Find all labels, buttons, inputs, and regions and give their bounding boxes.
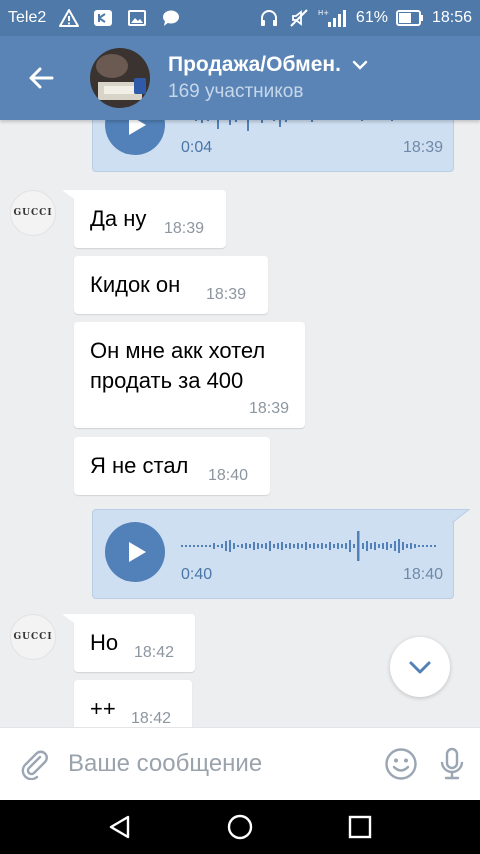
chat-header-info[interactable]: Продажа/Обмен. 169 участников <box>168 53 369 103</box>
audio-waveform[interactable] <box>181 530 443 562</box>
chevron-down-icon <box>351 56 369 74</box>
nav-home-button[interactable] <box>210 800 270 854</box>
message-list[interactable]: 0:04 18:39 GUCCI Да ну 18:39 Кидок он 18… <box>0 120 480 727</box>
back-button[interactable] <box>0 36 82 120</box>
message-time: 18:39 <box>402 139 443 156</box>
image-icon <box>126 7 148 29</box>
microphone-button[interactable] <box>423 728 480 801</box>
chat-title: Продажа/Обмен. <box>168 53 369 77</box>
sender-avatar[interactable]: GUCCI <box>10 614 56 660</box>
chat-avatar[interactable] <box>90 48 150 108</box>
message-time: 18:42 <box>131 710 172 727</box>
message-time: 18:42 <box>134 644 175 661</box>
chat-bubble-icon <box>160 7 182 29</box>
message-bubble[interactable]: ++ 18:42 <box>74 680 192 727</box>
message-text: Кидок он <box>90 272 181 297</box>
emoji-button[interactable] <box>378 728 423 801</box>
audio-duration: 0:40 <box>181 566 213 583</box>
message-text: ++ <box>90 696 116 721</box>
message-bubble[interactable]: Да ну 18:39 <box>74 190 226 248</box>
message-text: Но <box>90 630 119 655</box>
message-bubble[interactable]: Но 18:42 <box>74 614 195 672</box>
message-text-line: продать за 400 <box>90 368 244 393</box>
headphones-icon <box>258 7 280 29</box>
chat-title-text: Продажа/Обмен. <box>168 53 341 76</box>
signal-icon: H+ <box>318 7 348 29</box>
battery-percent: 61% <box>355 9 388 26</box>
message-text: Да ну <box>90 206 147 231</box>
message-time: 18:40 <box>402 566 443 583</box>
mute-icon <box>288 7 310 29</box>
message-time: 18:39 <box>248 400 289 417</box>
avatar-logo-text: GUCCI <box>13 208 53 218</box>
battery-icon <box>395 10 424 26</box>
play-icon <box>129 120 146 135</box>
play-button[interactable] <box>105 120 165 155</box>
message-text-line: Он мне акк хотел <box>90 338 266 363</box>
home-circle-icon <box>227 814 253 840</box>
network-type-label: H+ <box>318 9 329 17</box>
recents-square-icon <box>348 815 372 839</box>
arrow-left-icon <box>29 67 54 89</box>
bubble-tail <box>452 509 470 523</box>
scroll-to-bottom-button[interactable] <box>390 637 450 697</box>
nav-recents-button[interactable] <box>330 800 390 854</box>
message-text: Я не стал <box>90 453 189 478</box>
chat-header: Продажа/Обмен. 169 участников <box>0 36 480 120</box>
smiley-icon <box>384 748 417 780</box>
attach-button[interactable] <box>0 728 68 801</box>
chevron-down-icon <box>409 661 431 674</box>
message-time: 18:40 <box>208 467 249 484</box>
message-input[interactable] <box>68 739 378 789</box>
system-navigation-bar <box>0 800 480 854</box>
clock: 18:56 <box>431 9 472 26</box>
message-time: 18:39 <box>206 286 247 303</box>
nav-back-button[interactable] <box>90 800 150 854</box>
message-composer <box>0 727 480 800</box>
chat-subtitle: 169 участников <box>168 81 304 102</box>
message-time: 18:39 <box>164 220 205 237</box>
paperclip-icon <box>21 750 48 780</box>
vk-notification-icon <box>92 7 114 29</box>
back-triangle-icon <box>109 815 130 839</box>
microphone-icon <box>440 747 463 780</box>
warning-icon <box>58 7 80 29</box>
audio-message: 0:04 18:39 <box>92 120 454 172</box>
audio-waveform[interactable] <box>181 120 443 135</box>
audio-message: 0:40 18:40 <box>92 509 454 599</box>
message-bubble[interactable]: Он мне акк хотел продать за 400 18:39 <box>74 322 305 428</box>
audio-duration: 0:04 <box>181 139 213 156</box>
play-icon <box>129 542 146 562</box>
avatar-logo-text: GUCCI <box>13 632 53 642</box>
sender-avatar[interactable]: GUCCI <box>10 190 56 236</box>
status-bar: Tele2 H+ 61% 18:56 <box>0 0 480 36</box>
carrier-label: Tele2 <box>8 9 47 26</box>
message-bubble[interactable]: Кидок он 18:39 <box>74 256 268 314</box>
message-bubble[interactable]: Я не стал 18:40 <box>74 437 270 495</box>
play-button[interactable] <box>105 522 165 582</box>
